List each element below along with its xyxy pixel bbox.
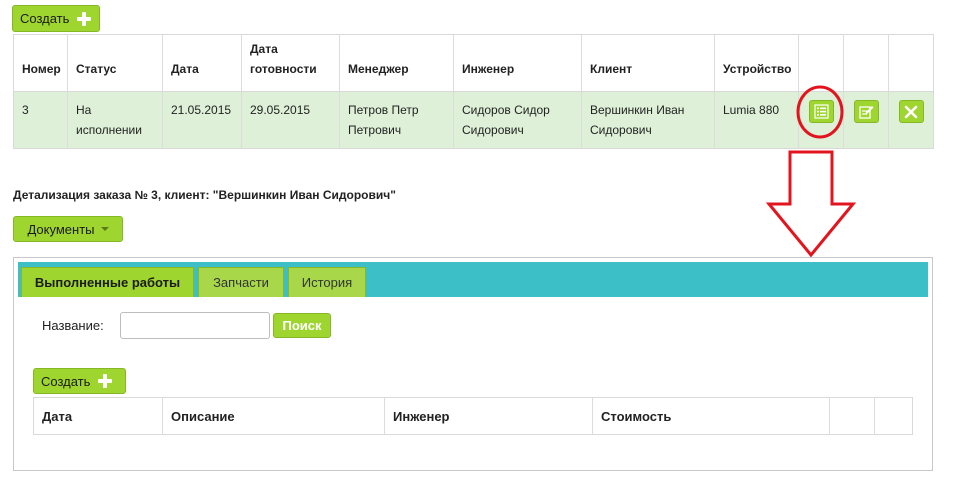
works-col-date-header[interactable]: Дата xyxy=(33,397,163,435)
plus-icon xyxy=(98,374,113,388)
create-work-label: Создать xyxy=(41,373,91,389)
edit-button[interactable] xyxy=(853,100,879,123)
cell-number: 3 xyxy=(13,91,68,149)
caret-down-icon xyxy=(100,227,109,231)
cell-delete xyxy=(888,91,934,149)
tab-history[interactable]: История xyxy=(288,267,366,297)
works-col-cost-header[interactable]: Стоимость xyxy=(592,397,830,435)
orders-table: Номер Статус Дата Дата готовности Менедж… xyxy=(13,34,934,149)
details-list-icon xyxy=(813,104,829,119)
works-col-engineer-header[interactable]: Инженер xyxy=(384,397,593,435)
col-client-header[interactable]: Клиент xyxy=(581,34,715,92)
col-device-header[interactable]: Устройство xyxy=(714,34,799,92)
create-order-button[interactable]: Создать xyxy=(12,5,100,32)
col-engineer-header[interactable]: Инженер xyxy=(453,34,582,92)
col-status-header[interactable]: Статус xyxy=(67,34,163,92)
documents-dropdown[interactable]: Документы xyxy=(13,216,123,242)
works-header-row: Дата Описание Инженер Стоимость xyxy=(33,397,913,435)
col-ready-date-header[interactable]: Дата готовности xyxy=(241,34,340,92)
col-number-header[interactable]: Номер xyxy=(13,34,68,92)
details-button[interactable] xyxy=(808,100,834,123)
col-edit-header xyxy=(843,34,889,92)
cell-device: Lumia 880 xyxy=(714,91,799,149)
cell-client: Вершинкин Иван Сидорович xyxy=(581,91,715,149)
works-col-action2-header xyxy=(875,398,913,435)
cell-status: На исполнении xyxy=(67,91,163,149)
tab-parts[interactable]: Запчасти xyxy=(198,267,284,297)
cell-date: 21.05.2015 xyxy=(162,91,242,149)
details-title: Детализация заказа № 3, клиент: "Вершинк… xyxy=(13,188,396,202)
works-col-description-header[interactable]: Описание xyxy=(162,397,385,435)
orders-header-row: Номер Статус Дата Дата готовности Менедж… xyxy=(13,34,934,92)
cell-ready-date: 29.05.2015 xyxy=(241,91,340,149)
plus-icon xyxy=(77,11,92,26)
cell-engineer: Сидоров Сидор Сидорович xyxy=(453,91,582,149)
works-table: Дата Описание Инженер Стоимость xyxy=(33,397,913,435)
col-date-header[interactable]: Дата xyxy=(162,34,242,92)
delete-button[interactable] xyxy=(898,100,924,123)
details-panel: Выполненные работы Запчасти История xyxy=(13,257,933,471)
tab-bar: Выполненные работы Запчасти История xyxy=(18,262,928,297)
search-button[interactable]: Поиск xyxy=(273,313,331,338)
edit-icon xyxy=(858,106,873,119)
cell-edit xyxy=(843,91,889,149)
col-details-header xyxy=(798,34,844,92)
works-col-action1-header xyxy=(829,397,875,435)
cell-manager: Петров Петр Петрович xyxy=(339,91,454,149)
col-delete-header xyxy=(888,34,934,92)
name-search-input[interactable] xyxy=(120,312,270,339)
documents-label: Документы xyxy=(27,221,95,237)
create-work-button[interactable]: Создать xyxy=(33,368,126,394)
create-order-label: Создать xyxy=(20,11,70,26)
delete-icon xyxy=(904,105,918,118)
table-row[interactable]: 3 На исполнении 21.05.2015 29.05.2015 Пе… xyxy=(13,91,934,149)
cell-details xyxy=(798,91,844,149)
down-arrow xyxy=(765,150,857,258)
col-manager-header[interactable]: Менеджер xyxy=(339,34,454,92)
name-field-label: Название: xyxy=(42,318,104,333)
tab-completed-works[interactable]: Выполненные работы xyxy=(21,267,194,297)
